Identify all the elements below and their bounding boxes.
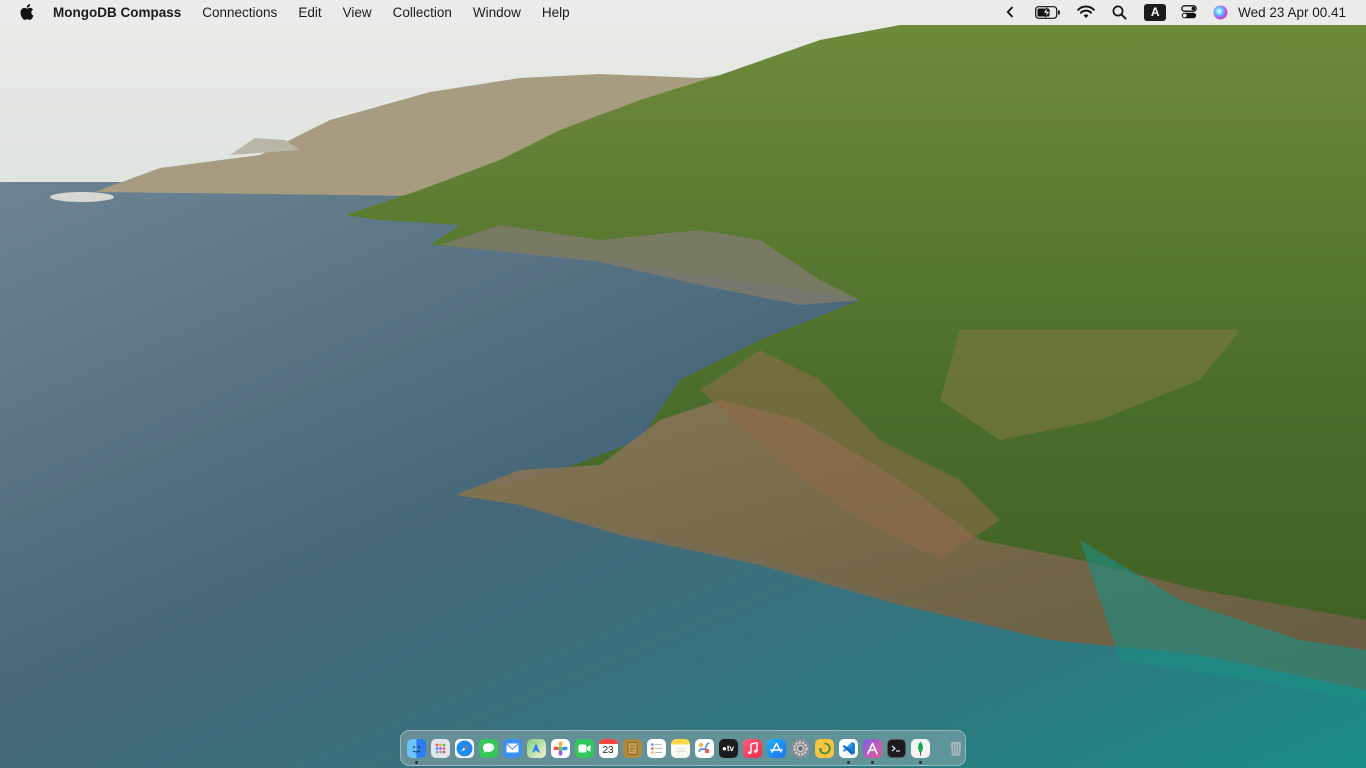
menu-help[interactable]: Help xyxy=(542,5,570,20)
menu-bar-clock[interactable]: Wed 23 Apr 00.41 xyxy=(1238,5,1346,20)
photos-icon[interactable] xyxy=(550,738,570,758)
siri-icon[interactable] xyxy=(1212,0,1228,24)
menu-window[interactable]: Window xyxy=(473,5,521,20)
running-indicator xyxy=(918,760,922,764)
calendar-icon[interactable]: 23 xyxy=(598,738,618,758)
calendar-day-label: 23 xyxy=(602,745,614,756)
app-store-icon[interactable] xyxy=(766,738,786,758)
dock: 23 ●tv xyxy=(400,730,966,766)
running-indicator xyxy=(846,760,850,764)
notes-icon[interactable] xyxy=(670,738,690,758)
maps-icon[interactable] xyxy=(526,738,546,758)
wifi-icon[interactable] xyxy=(1076,0,1096,24)
reminders-icon[interactable] xyxy=(646,738,666,758)
apple-tv-icon[interactable]: ●tv xyxy=(718,738,738,758)
spotlight-search-icon[interactable] xyxy=(1110,0,1128,24)
chevron-left-icon[interactable] xyxy=(1002,0,1018,24)
facetime-icon[interactable] xyxy=(574,738,594,758)
app-name-menu[interactable]: MongoDB Compass xyxy=(53,5,181,20)
input-source-label: A xyxy=(1144,3,1167,21)
mail-icon[interactable] xyxy=(502,738,522,758)
running-indicator xyxy=(870,760,874,764)
vscode-icon[interactable] xyxy=(838,738,858,764)
menu-edit[interactable]: Edit xyxy=(298,5,321,20)
menu-bar: MongoDB Compass Connections Edit View Co… xyxy=(0,0,1366,24)
freeform-icon[interactable] xyxy=(694,738,714,758)
mongodb-compass-icon[interactable] xyxy=(910,738,930,764)
running-indicator xyxy=(414,760,418,764)
control-center-icon[interactable] xyxy=(1180,0,1198,24)
input-source-icon[interactable]: A xyxy=(1144,0,1167,24)
menu-collection[interactable]: Collection xyxy=(393,5,452,20)
trash-icon[interactable] xyxy=(947,739,966,758)
notebook-icon[interactable] xyxy=(622,738,642,758)
desktop-wallpaper xyxy=(0,0,1366,768)
safari-icon[interactable] xyxy=(454,738,474,758)
messages-icon[interactable] xyxy=(478,738,498,758)
finder-icon[interactable] xyxy=(406,738,426,764)
launchpad-icon[interactable] xyxy=(430,738,450,758)
apple-tv-glyph: ●tv xyxy=(722,743,734,753)
menu-connections[interactable]: Connections xyxy=(202,5,277,20)
instruments-icon[interactable] xyxy=(862,738,882,764)
battery-charging-icon[interactable] xyxy=(1034,0,1062,24)
terminal-icon[interactable] xyxy=(886,738,906,758)
system-settings-icon[interactable] xyxy=(790,738,810,758)
music-icon[interactable] xyxy=(742,738,762,758)
menu-view[interactable]: View xyxy=(343,5,372,20)
apple-menu-icon[interactable] xyxy=(18,3,36,21)
android-file-transfer-icon[interactable] xyxy=(814,738,834,758)
